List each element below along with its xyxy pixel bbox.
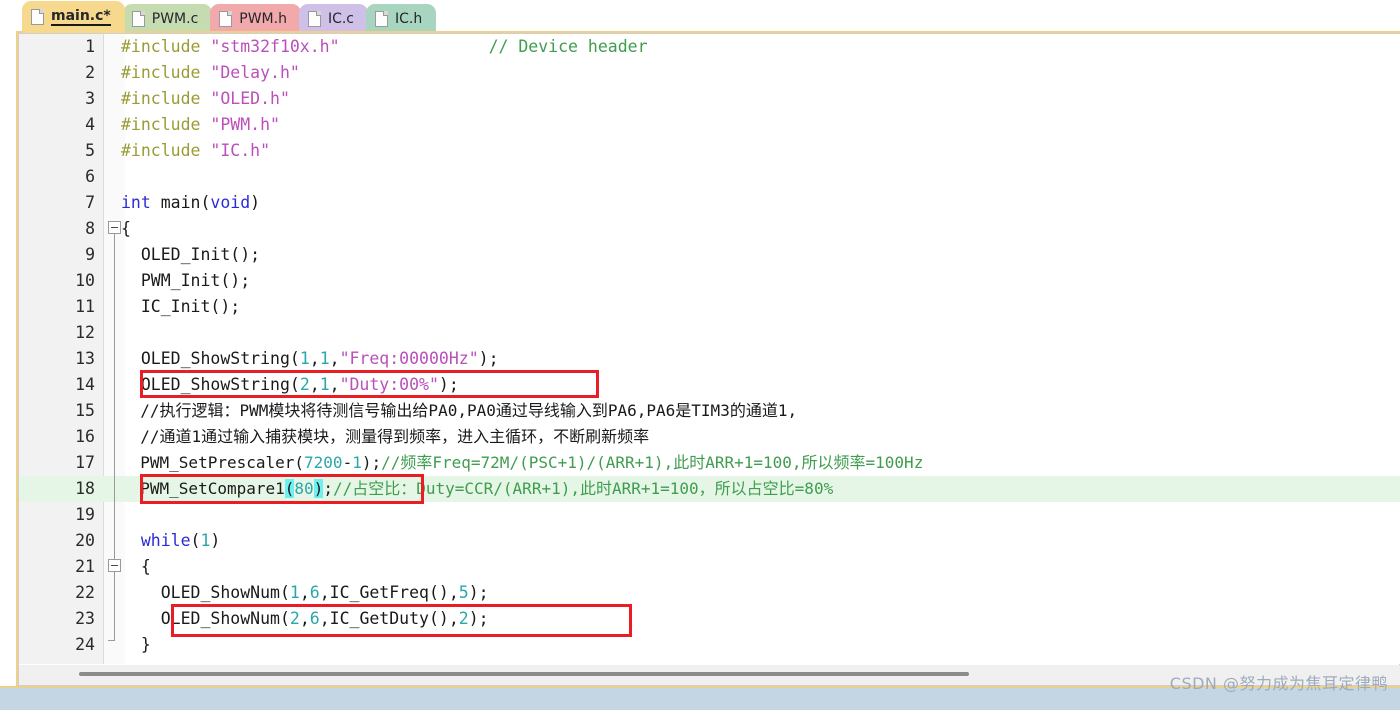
code-line-current: 18 PWM_SetCompare1(80);//占空比：Duty=CCR/(A… <box>19 476 1400 502</box>
line-content: } <box>121 635 151 654</box>
line-content: { <box>121 219 131 238</box>
line-content: #include "OLED.h" <box>121 89 290 108</box>
tab-pwm-h[interactable]: PWM.h <box>210 4 301 33</box>
line-content: { <box>121 557 151 576</box>
line-number: 10 <box>75 271 95 290</box>
line-content: PWM_SetPrescaler(7200-1);//频率Freq=72M/(P… <box>121 453 924 472</box>
tab-main-c[interactable]: main.c* <box>22 1 125 33</box>
code-line: 17 PWM_SetPrescaler(7200-1);//频率Freq=72M… <box>19 450 1400 476</box>
line-content: PWM_Init(); <box>121 271 251 290</box>
line-number: 2 <box>85 63 95 82</box>
scrollbar-thumb[interactable] <box>79 672 969 676</box>
fold-toggle-icon[interactable] <box>108 559 121 572</box>
fold-toggle-icon[interactable] <box>108 221 121 234</box>
code-line: 24 } <box>19 632 1400 658</box>
line-number: 6 <box>85 167 95 186</box>
line-number: 16 <box>75 427 95 446</box>
file-icon <box>31 9 44 25</box>
code-line: 21 { <box>19 554 1400 580</box>
line-content: //执行逻辑：PWM模块将待测信号输出给PA0,PA0通过导线输入到PA6,PA… <box>121 401 798 420</box>
line-number: 15 <box>75 401 95 420</box>
line-number: 7 <box>85 193 95 212</box>
tab-label: main.c* <box>51 7 111 26</box>
line-number: 21 <box>75 557 95 576</box>
line-number: 12 <box>75 323 95 342</box>
code-line: 7 int main(void) <box>19 190 1400 216</box>
line-content: OLED_ShowString(1,1,"Freq:00000Hz"); <box>121 349 499 368</box>
code-line: 23 OLED_ShowNum(2,6,IC_GetDuty(),2); <box>19 606 1400 632</box>
line-content: int main(void) <box>121 193 261 212</box>
code-line: 11 IC_Init(); <box>19 294 1400 320</box>
tab-label: IC.c <box>327 10 355 27</box>
csdn-watermark: CSDN @努力成为焦耳定律鸭 <box>1169 674 1388 693</box>
file-tab-bar: main.c* PWM.c PWM.h IC.c IC.h <box>0 0 1400 33</box>
code-line: 4 #include "PWM.h" <box>19 112 1400 138</box>
line-content: //通道1通过输入捕获模块，测量得到频率，进入主循环，不断刷新频率 <box>121 427 650 446</box>
line-content: PWM_SetCompare1(80);//占空比：Duty=CCR/(ARR+… <box>121 479 834 498</box>
fold-guide-line <box>114 234 115 569</box>
code-line: 5 #include "IC.h" <box>19 138 1400 164</box>
tab-label: IC.h <box>395 10 423 27</box>
code-line: 20 while(1) <box>19 528 1400 554</box>
line-content: IC_Init(); <box>121 297 241 316</box>
tab-label: PWM.h <box>239 10 287 27</box>
line-content: OLED_ShowNum(2,6,IC_GetDuty(),2); <box>121 609 489 628</box>
line-content: while(1) <box>140 531 221 550</box>
line-number: 13 <box>75 349 95 368</box>
code-line: 12 <box>19 320 1400 346</box>
line-number: 9 <box>85 245 95 264</box>
code-line: 13 OLED_ShowString(1,1,"Freq:00000Hz"); <box>19 346 1400 372</box>
line-number: 5 <box>85 141 95 160</box>
line-number: 1 <box>85 37 95 56</box>
code-line: 9 OLED_Init(); <box>19 242 1400 268</box>
code-line: 14 OLED_ShowString(2,1,"Duty:00%"); <box>19 372 1400 398</box>
line-content: OLED_ShowString(2,1,"Duty:00%"); <box>121 375 459 394</box>
line-number: 22 <box>75 583 95 602</box>
line-number: 3 <box>85 89 95 108</box>
file-icon <box>375 10 389 27</box>
code-line: 6 <box>19 164 1400 190</box>
line-number: 17 <box>75 453 95 472</box>
editor-window: main.c* PWM.c PWM.h IC.c IC.h 1 #include… <box>0 0 1400 710</box>
code-line: 19 <box>19 502 1400 528</box>
tab-ic-c[interactable]: IC.c <box>298 4 369 33</box>
line-number: 24 <box>75 635 95 654</box>
fold-guide-line <box>114 572 115 640</box>
line-number: 20 <box>75 531 95 550</box>
line-content: #include "Delay.h" <box>121 63 300 82</box>
tab-ic-h[interactable]: IC.h <box>366 4 437 33</box>
line-content: #include "IC.h" <box>121 141 271 160</box>
code-line: 1 #include "stm32f10x.h" // Device heade… <box>19 34 1400 60</box>
line-content: #include "PWM.h" <box>121 115 280 134</box>
tab-label: PWM.c <box>151 10 199 27</box>
code-line: 15 //执行逻辑：PWM模块将待测信号输出给PA0,PA0通过导线输入到PA6… <box>19 398 1400 424</box>
line-content: OLED_ShowNum(1,6,IC_GetFreq(),5); <box>121 583 489 602</box>
code-line: 10 PWM_Init(); <box>19 268 1400 294</box>
file-icon <box>219 10 233 27</box>
code-editor-pane: 1 #include "stm32f10x.h" // Device heade… <box>16 31 1400 688</box>
code-text-area[interactable]: 1 #include "stm32f10x.h" // Device heade… <box>19 34 1400 664</box>
line-content: OLED_Init(); <box>121 245 261 264</box>
file-icon <box>307 10 321 27</box>
tab-pwm-c[interactable]: PWM.c <box>122 4 213 33</box>
line-number: 18 <box>75 479 95 498</box>
code-line: 3 #include "OLED.h" <box>19 86 1400 112</box>
code-line: 8 { <box>19 216 1400 242</box>
line-number: 8 <box>85 219 95 238</box>
line-number: 4 <box>85 115 95 134</box>
code-line: 22 OLED_ShowNum(1,6,IC_GetFreq(),5); <box>19 580 1400 606</box>
line-content: #include "stm32f10x.h" // Device header <box>121 37 648 56</box>
file-icon <box>131 10 145 27</box>
line-number: 19 <box>75 505 95 524</box>
fold-end-tick <box>108 640 115 641</box>
line-number: 14 <box>75 375 95 394</box>
line-number: 23 <box>75 609 95 628</box>
line-number: 11 <box>75 297 95 316</box>
code-line: 16 //通道1通过输入捕获模块，测量得到频率，进入主循环，不断刷新频率 <box>19 424 1400 450</box>
code-line: 2 #include "Delay.h" <box>19 60 1400 86</box>
